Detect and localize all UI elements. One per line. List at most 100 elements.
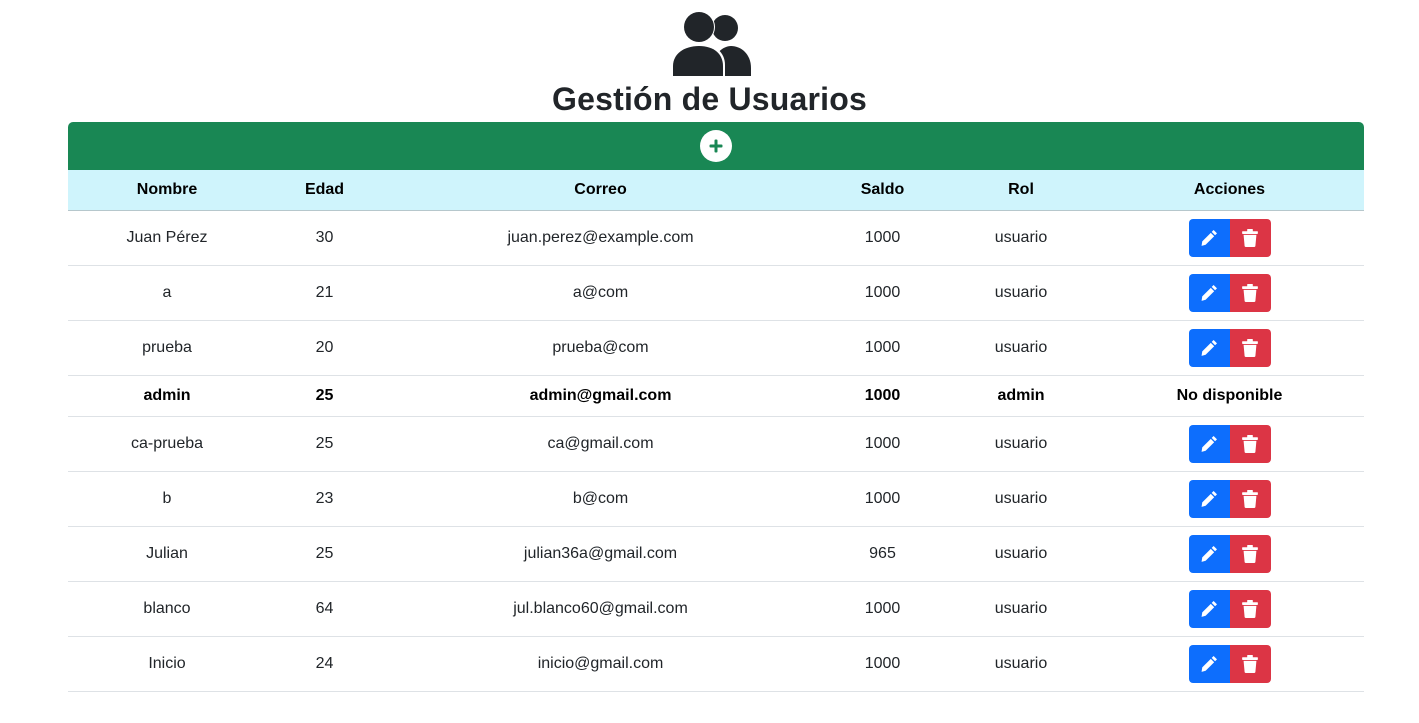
table-row: Inicio 24 inicio@gmail.com 1000 usuario	[68, 636, 1364, 692]
action-button-group	[1188, 329, 1271, 367]
cell-edad: 23	[266, 471, 383, 527]
pencil-icon	[1200, 545, 1218, 563]
action-button-group	[1188, 480, 1271, 518]
trash-icon	[1242, 655, 1258, 673]
edit-user-button[interactable]	[1188, 274, 1230, 312]
cell-acciones	[1095, 581, 1364, 637]
cell-saldo: 1000	[818, 320, 947, 376]
action-button-group	[1188, 219, 1271, 257]
cell-edad: 25	[266, 416, 383, 472]
action-button-group	[1188, 645, 1271, 683]
cell-correo: inicio@gmail.com	[383, 636, 818, 692]
cell-rol: usuario	[947, 320, 1095, 376]
edit-user-button[interactable]	[1188, 329, 1230, 367]
cell-edad: 64	[266, 581, 383, 637]
page-header: Gestión de Usuarios	[0, 0, 1419, 118]
cell-edad: 30	[266, 210, 383, 266]
pencil-icon	[1200, 435, 1218, 453]
cell-edad: 21	[266, 265, 383, 321]
table-header-row: Nombre Edad Correo Saldo Rol Acciones	[68, 170, 1364, 211]
table-row: Juan Pérez 30 juan.perez@example.com 1000 us…	[68, 210, 1364, 266]
cell-rol: usuario	[947, 526, 1095, 582]
edit-user-button[interactable]	[1188, 645, 1230, 683]
column-header-rol: Rol	[947, 170, 1095, 211]
pencil-icon	[1200, 490, 1218, 508]
trash-icon	[1242, 229, 1258, 247]
action-button-group	[1188, 425, 1271, 463]
table-row: a 21 a@com 1000 usuario	[68, 265, 1364, 321]
cell-correo: prueba@com	[383, 320, 818, 376]
cell-nombre: blanco	[68, 581, 266, 637]
delete-user-button[interactable]	[1229, 535, 1271, 573]
table-row: prueba 20 prueba@com 1000 usuario	[68, 320, 1364, 376]
users-icon	[670, 11, 751, 76]
cell-saldo: 1000	[818, 210, 947, 266]
cell-edad: 25	[266, 526, 383, 582]
trash-icon	[1242, 339, 1258, 357]
cell-rol: usuario	[947, 265, 1095, 321]
cell-rol: usuario	[947, 636, 1095, 692]
action-button-group	[1188, 274, 1271, 312]
pencil-icon	[1200, 655, 1218, 673]
column-header-edad: Edad	[266, 170, 383, 211]
trash-icon	[1242, 284, 1258, 302]
table-row: b 23 b@com 1000 usuario	[68, 471, 1364, 527]
cell-nombre: admin	[68, 375, 266, 417]
table-row: ca-prueba 25 ca@gmail.com 1000 usuario	[68, 416, 1364, 472]
cell-nombre: Juan Pérez	[68, 210, 266, 266]
edit-user-button[interactable]	[1188, 480, 1230, 518]
cell-nombre: prueba	[68, 320, 266, 376]
cell-edad: 25	[266, 375, 383, 417]
action-button-group	[1188, 590, 1271, 628]
cell-correo: ca@gmail.com	[383, 416, 818, 472]
cell-acciones	[1095, 636, 1364, 692]
table-row: blanco 64 jul.blanco60@gmail.com 1000 usuari…	[68, 581, 1364, 637]
cell-saldo: 1000	[818, 416, 947, 472]
delete-user-button[interactable]	[1229, 480, 1271, 518]
delete-user-button[interactable]	[1229, 645, 1271, 683]
edit-user-button[interactable]	[1188, 535, 1230, 573]
cell-acciones	[1095, 210, 1364, 266]
page-title: Gestión de Usuarios	[552, 81, 867, 117]
cell-acciones	[1095, 320, 1364, 376]
cell-correo: b@com	[383, 471, 818, 527]
action-button-group	[1188, 535, 1271, 573]
trash-icon	[1242, 600, 1258, 618]
cell-saldo: 1000	[818, 375, 947, 417]
column-header-nombre: Nombre	[68, 170, 266, 211]
cell-correo: julian36a@gmail.com	[383, 526, 818, 582]
cell-nombre: Inicio	[68, 636, 266, 692]
cell-nombre: ca-prueba	[68, 416, 266, 472]
cell-nombre: a	[68, 265, 266, 321]
cell-nombre: b	[68, 471, 266, 527]
cell-edad: 20	[266, 320, 383, 376]
cell-acciones	[1095, 416, 1364, 472]
page: Gestión de Usuarios Nombre Edad Correo S…	[0, 0, 1419, 723]
cell-saldo: 1000	[818, 636, 947, 692]
cell-acciones: No disponible	[1095, 375, 1364, 417]
cell-correo: admin@gmail.com	[383, 375, 818, 417]
cell-edad: 24	[266, 636, 383, 692]
delete-user-button[interactable]	[1229, 590, 1271, 628]
cell-acciones	[1095, 265, 1364, 321]
edit-user-button[interactable]	[1188, 590, 1230, 628]
table-row: Julian 25 julian36a@gmail.com 965 usuario	[68, 526, 1364, 582]
cell-acciones	[1095, 471, 1364, 527]
delete-user-button[interactable]	[1229, 274, 1271, 312]
cell-saldo: 965	[818, 526, 947, 582]
cell-saldo: 1000	[818, 265, 947, 321]
cell-correo: a@com	[383, 265, 818, 321]
trash-icon	[1242, 545, 1258, 563]
users-table: Nombre Edad Correo Saldo Rol Acciones Ju…	[68, 170, 1364, 692]
delete-user-button[interactable]	[1229, 425, 1271, 463]
pencil-icon	[1200, 229, 1218, 247]
edit-user-button[interactable]	[1188, 425, 1230, 463]
column-header-acciones: Acciones	[1095, 170, 1364, 211]
delete-user-button[interactable]	[1229, 219, 1271, 257]
edit-user-button[interactable]	[1188, 219, 1230, 257]
cell-acciones	[1095, 526, 1364, 582]
delete-user-button[interactable]	[1229, 329, 1271, 367]
cell-correo: juan.perez@example.com	[383, 210, 818, 266]
add-user-button[interactable]	[68, 122, 1364, 170]
trash-icon	[1242, 435, 1258, 453]
